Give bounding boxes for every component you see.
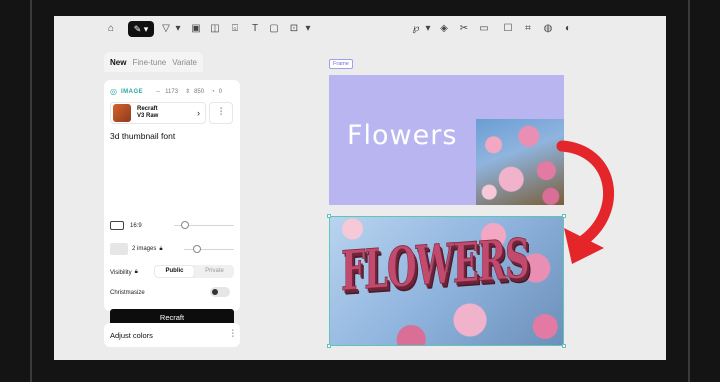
height-icon: ⇕: [185, 89, 191, 95]
frame-label[interactable]: Frame: [329, 59, 353, 69]
credits-value: 0: [218, 88, 223, 95]
lock-icon: 🔒︎: [159, 245, 163, 252]
chevron-down-icon[interactable]: ▾: [302, 23, 314, 35]
left-divider: [30, 0, 32, 382]
resize-handle-bl[interactable]: [327, 344, 331, 348]
mask-icon[interactable]: ▭: [478, 23, 490, 35]
mode-tabs: New Fine-tune Variate: [104, 52, 204, 72]
generation-panel: ◎ IMAGE ⇔ 1173 ⇕ 850 ◔ 0 Recraft V3 Raw …: [104, 80, 240, 326]
aspect-ratio-icon: [110, 221, 124, 230]
width-value[interactable]: 1173: [165, 89, 178, 95]
tab-new[interactable]: New: [110, 58, 126, 67]
model-name: Recraft V3 Raw: [137, 106, 158, 120]
model-selector[interactable]: Recraft V3 Raw ›: [110, 102, 206, 124]
visibility-label: Visibility: [110, 269, 132, 276]
cherry-blossom-image: [476, 119, 564, 205]
aspect-ratio-value: 16:9: [130, 222, 142, 229]
image-type-icon: ◎: [110, 87, 117, 96]
prompt-input[interactable]: 3d thumbnail font: [110, 131, 175, 141]
images-slider-track[interactable]: [184, 249, 234, 250]
images-icon: [110, 243, 128, 255]
settings-sliders-button[interactable]: ⫶: [209, 102, 233, 124]
aspect-slider-knob[interactable]: [181, 221, 189, 229]
tab-fine-tune[interactable]: Fine-tune: [132, 58, 166, 67]
home-icon[interactable]: ⌂: [105, 23, 117, 35]
selection-outline: [329, 216, 564, 346]
visibility-row: Visibility 🔒︎: [110, 269, 138, 276]
lock-icon: 🔒︎: [134, 269, 138, 275]
tab-variate[interactable]: Variate: [172, 58, 197, 67]
palette-icon[interactable]: ◍: [542, 23, 554, 35]
image-icon[interactable]: ▣: [190, 23, 202, 35]
chevron-down-icon[interactable]: ▾: [422, 23, 434, 35]
right-divider: [688, 0, 690, 382]
width-icon: ⇔: [155, 88, 162, 95]
visibility-public-option[interactable]: Public: [155, 266, 194, 277]
text-icon[interactable]: T: [249, 23, 261, 35]
top-toolbar: ⌂ ✎ ▾ ▽ ▾ ▣ ◫ ⌺ T ▢ ⊡ ▾ ℘ ▾ ◈ ✂ ▭ ☐ ⌗ ◍ …: [54, 16, 666, 42]
top-frame[interactable]: Flowers: [329, 75, 564, 205]
red-curved-arrow-icon: [556, 140, 614, 264]
model-name-line2: V3 Raw: [137, 113, 159, 119]
visibility-private-option[interactable]: Private: [195, 265, 234, 278]
crop-icon[interactable]: ⌗: [522, 23, 534, 35]
images-slider-knob[interactable]: [193, 245, 201, 253]
comment-icon[interactable]: ▢: [268, 23, 280, 35]
model-name-line1: Recraft: [137, 106, 158, 112]
brush-icon: ✎: [133, 24, 142, 34]
frame-title-text: Flowers: [347, 120, 458, 151]
aspect-ratio-row[interactable]: 16:9: [110, 221, 142, 230]
panel-header: ◎ IMAGE ⇔ 1173 ⇕ 850 ◔ 0: [110, 87, 222, 96]
cup-icon[interactable]: ☐: [502, 23, 514, 35]
resize-handle-tl[interactable]: [327, 214, 331, 218]
adjust-colors-label: Adjust colors: [110, 331, 153, 340]
paint-icon[interactable]: ◈: [438, 23, 450, 35]
brush-tool-button[interactable]: ✎ ▾: [128, 21, 154, 37]
type-label[interactable]: IMAGE: [121, 89, 143, 95]
height-value[interactable]: 850: [194, 89, 204, 95]
chevron-down-icon[interactable]: ▾: [172, 23, 184, 35]
resize-handle-br[interactable]: [562, 344, 566, 348]
frame-icon[interactable]: ⊡: [288, 23, 300, 35]
recraft-app-window: ⌂ ✎ ▾ ▽ ▾ ▣ ◫ ⌺ T ▢ ⊡ ▾ ℘ ▾ ◈ ✂ ▭ ☐ ⌗ ◍ …: [54, 16, 666, 360]
model-avatar: [113, 104, 131, 122]
image-count-row[interactable]: 2 images 🔒︎: [110, 243, 163, 255]
screen-background: ⌂ ✎ ▾ ▽ ▾ ▣ ◫ ⌺ T ▢ ⊡ ▾ ℘ ▾ ◈ ✂ ▭ ☐ ⌗ ◍ …: [0, 0, 720, 382]
lasso-icon[interactable]: ℘: [410, 23, 422, 35]
visibility-toggle: Public Private: [154, 265, 234, 278]
christmasize-switch[interactable]: [210, 287, 230, 297]
credits-icon: ◔: [211, 88, 215, 95]
sliders-icon: ⫶: [219, 107, 223, 118]
christmasize-label: Christmasize: [110, 290, 145, 296]
style-icon[interactable]: ◐: [562, 23, 574, 35]
bucket-icon[interactable]: ⌺: [229, 23, 241, 35]
sliders-icon: ⫶: [231, 329, 235, 340]
scissors-icon[interactable]: ✂: [458, 23, 470, 35]
christmasize-row: Christmasize: [110, 290, 145, 296]
eraser-icon[interactable]: ◫: [209, 23, 221, 35]
image-count-value: 2 images: [132, 246, 157, 252]
select-icon[interactable]: ▽: [160, 23, 172, 35]
adjust-colors-panel[interactable]: Adjust colors ⫶: [104, 323, 240, 347]
chevron-right-icon: ›: [197, 108, 200, 118]
